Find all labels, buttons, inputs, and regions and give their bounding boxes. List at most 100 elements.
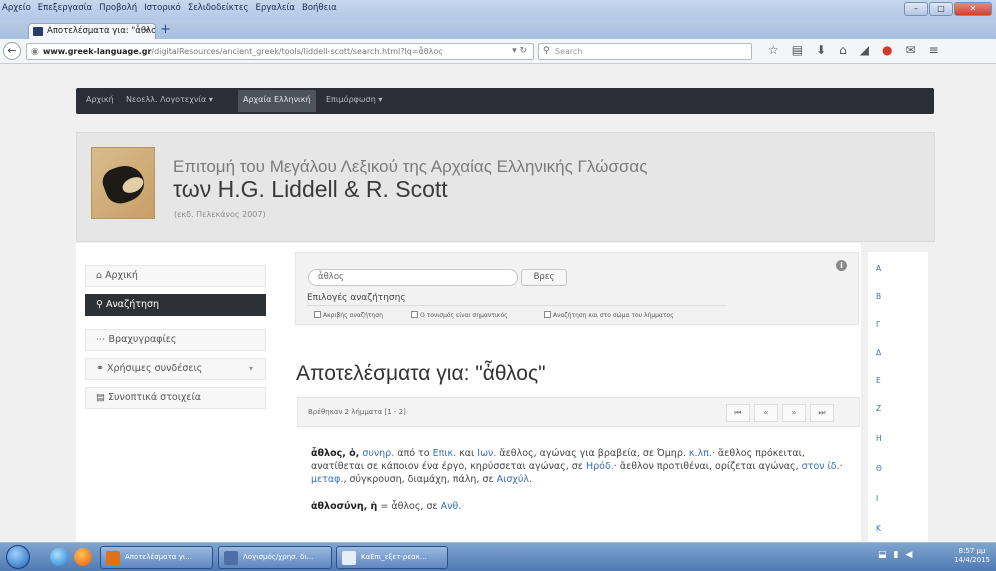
address-bar[interactable]: ◉ www.greek-language.gr/digitalResources… (26, 43, 534, 60)
taskbar-button-document[interactable]: ΚαΕπι_εξετ-ρεακ... (336, 546, 448, 569)
chevron-down-icon: ▾ (248, 364, 253, 373)
search-engine-icon[interactable]: ⚲ (543, 44, 550, 59)
abbreviation-link[interactable]: Επικ. (433, 448, 457, 459)
browser-search-box[interactable]: ⚲ Search (538, 43, 752, 60)
chat-icon[interactable]: ✉ (906, 43, 916, 57)
close-tab-icon[interactable]: × (142, 24, 150, 39)
menu-file[interactable]: Αρχείο (2, 3, 31, 13)
addon-icon[interactable]: ● (882, 43, 892, 57)
internet-explorer-icon[interactable] (50, 548, 68, 566)
browser-tab[interactable]: Αποτελέσματα για: "ἆθλος" × (28, 23, 156, 39)
checkbox-icon[interactable] (544, 311, 551, 318)
accent-matters-checkbox[interactable]: Ο τονισμός είναι σημαντικός (411, 311, 508, 319)
application-icon (224, 551, 238, 565)
document-icon (342, 551, 356, 565)
sidebar-item-label: Αναζήτηση (106, 299, 160, 310)
downloads-icon[interactable]: ⬇ (816, 43, 826, 57)
firefox-icon[interactable] (74, 548, 92, 566)
abbreviation-link[interactable]: Ανθ. (441, 501, 462, 512)
sidebar-item-abbreviations[interactable]: ⋯ Βραχυγραφίες (85, 329, 266, 351)
letter-link[interactable]: Ζ (876, 404, 881, 413)
url-domain: www.greek-language.gr (43, 47, 152, 56)
sidebar-item-label: Βραχυγραφίες (108, 334, 177, 345)
search-options-label[interactable]: Επιλογές αναζήτησης (307, 293, 406, 303)
favicon-icon (33, 27, 43, 36)
exact-search-checkbox[interactable]: Ακριβής αναζήτηση (314, 311, 383, 319)
nav-ancient-greek[interactable]: Αρχαία Ελληνική (238, 90, 316, 112)
previous-page-button[interactable]: « (754, 404, 778, 422)
tray-icon[interactable]: ⬓ (878, 550, 887, 560)
letter-link[interactable]: Α (876, 264, 881, 273)
checkbox-icon[interactable] (411, 311, 418, 318)
find-button[interactable]: Βρες (521, 269, 567, 286)
next-page-button[interactable]: » (782, 404, 806, 422)
letter-link[interactable]: Ε (876, 376, 881, 385)
clock-date: 14/4/2015 (954, 556, 990, 564)
network-icon[interactable]: ▮ (894, 550, 899, 560)
taskbar-button-firefox[interactable]: Αποτελέσματα γι... (100, 546, 213, 569)
sidebar-item-home[interactable]: ⌂ Αρχική (85, 265, 266, 287)
info-list-icon: ▤ (96, 392, 105, 403)
system-clock[interactable]: 8:57 μμ 14/4/2015 (954, 547, 990, 565)
sidebar-item-useful-links[interactable]: ⚭ Χρήσιμες συνδέσεις ▾ (85, 358, 266, 380)
start-button[interactable] (6, 545, 30, 569)
home-button-icon[interactable]: ⌂ (839, 43, 847, 57)
hamburger-menu-icon[interactable]: ≡ (929, 43, 939, 57)
letter-link[interactable]: Η (876, 434, 882, 443)
abbreviation-link[interactable]: κ.λπ. (689, 448, 712, 459)
entry-text: και (456, 448, 478, 459)
volume-icon[interactable]: ◀ (905, 550, 912, 560)
letter-link[interactable]: Β (876, 292, 881, 301)
info-icon[interactable]: i (836, 260, 847, 271)
nav-modern-literature[interactable]: Νεοελλ. Λογοτεχνία ▾ (126, 95, 213, 104)
menu-view[interactable]: Προβολή (99, 3, 137, 13)
reload-icon[interactable]: ▾ ↻ (512, 44, 527, 59)
nav-training[interactable]: Επιμόρφωση ▾ (326, 95, 382, 104)
close-window-button[interactable]: ✕ (954, 2, 992, 16)
menu-tools[interactable]: Εργαλεία (256, 3, 296, 13)
last-page-button[interactable]: ⏭ (810, 404, 834, 422)
letter-link[interactable]: Ι (876, 494, 878, 503)
checkbox-label: Ο τονισμός είναι σημαντικός (420, 312, 508, 319)
abbreviation-link[interactable]: στον ίδ. (802, 461, 840, 472)
lemma-search-input[interactable]: ἆθλος (308, 269, 518, 286)
taskbar-button-label: ΚαΕπι_εξετ-ρεακ... (361, 553, 427, 561)
nav-home[interactable]: Αρχική (86, 95, 114, 104)
back-button[interactable]: ← (3, 42, 21, 60)
author-link[interactable]: Ηρόδ. (586, 461, 614, 472)
menu-help[interactable]: Βοήθεια (302, 3, 337, 13)
abbreviation-link[interactable]: μεταφ. (311, 474, 343, 485)
maximize-button[interactable]: □ (929, 2, 953, 16)
author-link[interactable]: Αισχύλ. (497, 474, 532, 485)
menu-bookmarks[interactable]: Σελιδοδείκτες (188, 3, 249, 13)
letter-link[interactable]: Κ (876, 524, 881, 533)
abbreviation-link[interactable]: Ιων. (477, 448, 496, 459)
checkbox-icon[interactable] (314, 311, 321, 318)
minimize-button[interactable]: – (904, 2, 928, 16)
pocket-icon[interactable]: ◢ (860, 43, 869, 57)
windows-taskbar: Αποτελέσματα γι... Λογισμός/χρησ. δι... … (0, 542, 996, 571)
letter-link[interactable]: Γ (876, 320, 880, 329)
sidebar-item-label: Χρήσιμες συνδέσεις (107, 363, 203, 374)
dictionary-title: Επιτομή του Μεγάλου Λεξικού της Αρχαίας … (173, 157, 648, 176)
bookmark-star-icon[interactable]: ☆ (768, 43, 779, 57)
sidebar-item-search[interactable]: ⚲ Αναζήτηση (85, 294, 266, 316)
abbreviation-link[interactable]: συνηρ. (362, 448, 394, 459)
taskbar-button-app[interactable]: Λογισμός/χρησ. δι... (218, 546, 332, 569)
dictionary-authors: των H.G. Liddell & R. Scott (173, 176, 448, 202)
first-page-button[interactable]: ⏮ (726, 404, 750, 422)
sidebar-item-summary[interactable]: ▤ Συνοπτικά στοιχεία (85, 387, 266, 409)
letter-link[interactable]: Θ (876, 464, 882, 473)
menu-edit[interactable]: Επεξεργασία (38, 3, 92, 13)
letter-link[interactable]: Δ (876, 348, 881, 357)
new-tab-button[interactable]: + (160, 23, 171, 37)
clock-time: 8:57 μμ (958, 547, 986, 555)
dictionary-entry: ἀθλοσύνη, ἡ = ἆθλος, σε Ανθ. (311, 501, 461, 512)
menu-history[interactable]: Ιστορικό (144, 3, 181, 13)
chevron-down-icon: ▾ (378, 95, 383, 104)
site-identity-icon[interactable]: ◉ (31, 45, 39, 59)
chevron-down-icon: ▾ (208, 95, 213, 104)
bookmarks-menu-icon[interactable]: ▤ (792, 43, 803, 57)
dictionary-edition: (εκδ. Πελεκάνος 2007) (174, 210, 266, 219)
fulltext-search-checkbox[interactable]: Αναζήτηση και στο σώμα του λήμματος (544, 311, 674, 319)
